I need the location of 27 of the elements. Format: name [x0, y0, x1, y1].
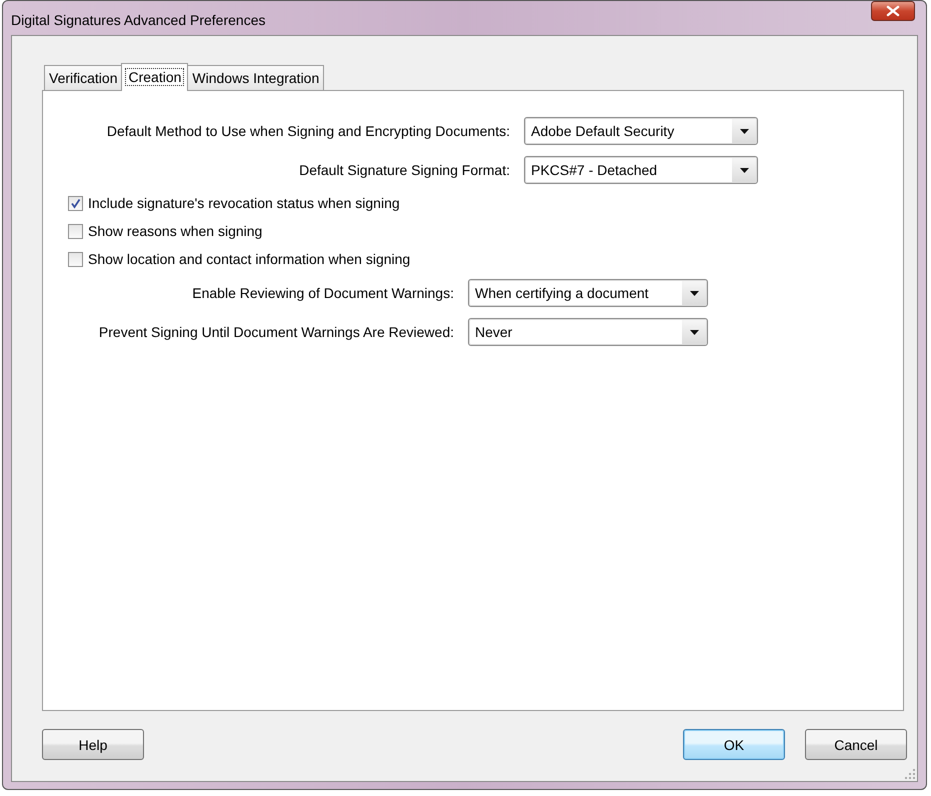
dialog-button[interactable]: Help [42, 729, 144, 760]
tab[interactable]: Verification [44, 65, 122, 90]
checkbox-label[interactable]: Show location and contact information when signing [88, 251, 410, 267]
dialog-button[interactable]: OK [683, 729, 785, 760]
field-label: Default Method to Use when Signing and Encrypting Documents: [106, 123, 510, 139]
checkbox-label[interactable]: Include signature's revocation status when signing [88, 195, 400, 211]
checkbox-label[interactable]: Show reasons when signing [88, 223, 262, 239]
field-label: Enable Reviewing of Document Warnings: [191, 285, 454, 301]
dropdown-arrow-icon [690, 290, 698, 296]
tab[interactable]: Creation [121, 63, 188, 91]
checkbox[interactable] [68, 224, 83, 238]
dropdown[interactable]: When certifying a document [468, 279, 708, 307]
dropdown-arrow-icon [740, 168, 748, 172]
checkbox[interactable] [68, 196, 83, 210]
dialog-button[interactable]: Cancel [805, 729, 907, 760]
field-label: Prevent Signing Until Document Warnings Are Reviewed: [98, 324, 454, 340]
dropdown-arrow-icon [690, 330, 698, 334]
dropdown[interactable]: Adobe Default Security [524, 117, 758, 145]
field-label: Default Signature Signing Format: [298, 162, 510, 178]
dropdown-arrow-icon [740, 128, 748, 134]
resize-grip-icon[interactable] [905, 769, 915, 779]
dropdown[interactable]: Never [468, 318, 708, 346]
tab[interactable]: Windows Integration [187, 65, 324, 90]
window-title: Digital Signatures Advanced Preferences [11, 12, 266, 28]
checkbox[interactable] [68, 252, 83, 266]
dropdown[interactable]: PKCS#7 - Detached [524, 156, 758, 184]
close-icon[interactable] [871, 1, 915, 21]
